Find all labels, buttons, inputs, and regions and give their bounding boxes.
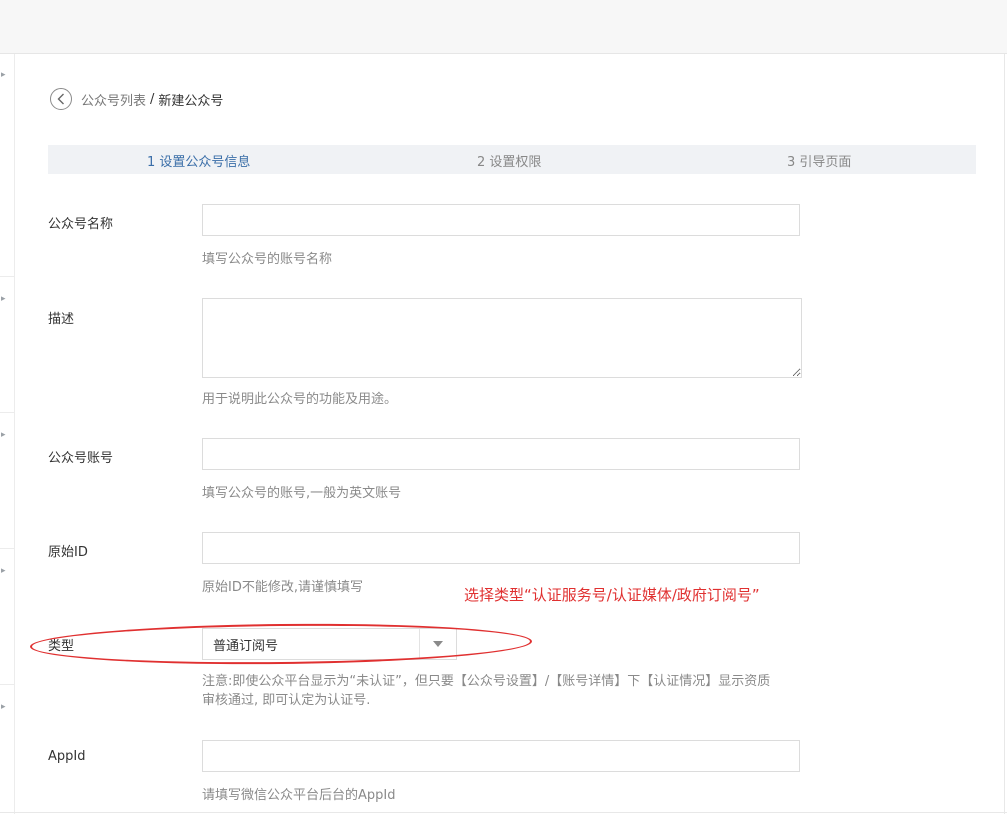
expand-arrow-icon[interactable]: ▸ (1, 566, 6, 576)
annotation-instruction: 选择类型“认证服务号/认证媒体/政府订阅号” (464, 586, 760, 604)
appid-hint: 请填写微信公众平台后台的AppId (202, 788, 396, 803)
type-hint-line-2: 审核通过, 即可认定为认证号. (202, 693, 371, 708)
expand-arrow-icon[interactable]: ▸ (1, 430, 6, 440)
original-id-input[interactable] (202, 532, 800, 564)
chevron-left-icon (57, 93, 64, 105)
step-1-basic-info[interactable]: 1 设置公众号信息 (147, 151, 250, 170)
breadcrumb-separator: / (150, 91, 155, 107)
breadcrumb: 公众号列表 / 新建公众号 (50, 86, 223, 112)
back-button[interactable] (50, 88, 72, 110)
appid-label: AppId (48, 749, 86, 764)
account-input[interactable] (202, 438, 800, 470)
expand-arrow-icon[interactable]: ▸ (1, 294, 6, 304)
name-label: 公众号名称 (48, 217, 114, 232)
breadcrumb-current: 新建公众号 (158, 93, 224, 109)
expand-arrow-icon[interactable]: ▸ (1, 70, 6, 80)
type-hint-line-1: 注意:即使公众平台显示为“未认证”，但只要【公众号设置】/【账号详情】下【认证情… (202, 674, 771, 689)
top-header-bar (0, 0, 1007, 54)
step-progress-bar: 1 设置公众号信息 2 设置权限 3 引导页面 (48, 145, 976, 174)
description-hint: 用于说明此公众号的功能及用途。 (202, 392, 398, 407)
original-id-hint: 原始ID不能修改,请谨慎填写 (202, 580, 363, 595)
description-label: 描述 (48, 312, 75, 327)
content-bottom-border (0, 812, 1007, 813)
sidebar-divider (0, 276, 14, 277)
account-label: 公众号账号 (48, 451, 114, 466)
sidebar-divider (0, 684, 14, 685)
expand-arrow-icon[interactable]: ▸ (1, 702, 6, 712)
content-right-border (1004, 54, 1005, 814)
collapsed-sidebar: ▸ ▸ ▸ ▸ ▸ (0, 54, 15, 814)
description-textarea[interactable] (202, 298, 802, 378)
name-input[interactable] (202, 204, 800, 236)
breadcrumb-parent-link[interactable]: 公众号列表 (81, 90, 146, 109)
step-2-permissions[interactable]: 2 设置权限 (477, 151, 541, 170)
sidebar-divider (0, 412, 14, 413)
appid-input[interactable] (202, 740, 800, 772)
sidebar-divider (0, 548, 14, 549)
original-id-label: 原始ID (48, 545, 88, 560)
step-3-guide-page[interactable]: 3 引导页面 (787, 151, 851, 170)
name-hint: 填写公众号的账号名称 (202, 252, 333, 267)
account-hint: 填写公众号的账号,一般为英文账号 (202, 486, 402, 501)
